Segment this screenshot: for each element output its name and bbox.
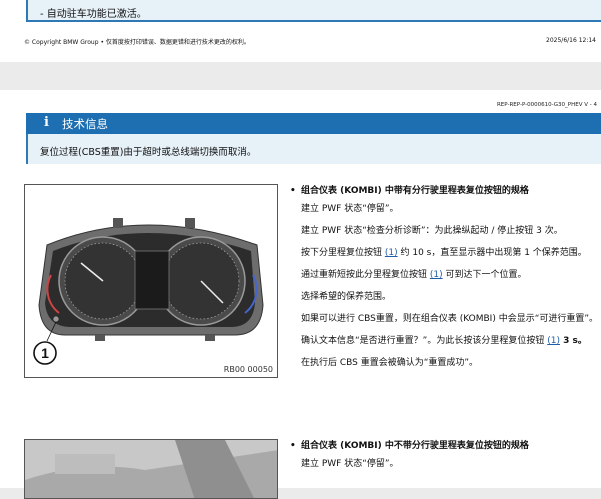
info-text: 复位过程(CBS重置)由于超时或总线端切换而取消。 <box>40 147 257 158</box>
step-text-part: 按下分里程复位按钮 <box>301 248 385 258</box>
step-text: 确认文本信息“是否进行重置？”。为此长按该分里程复位按钮 (1) 3 s。 <box>301 335 601 347</box>
figure-link[interactable]: (1) <box>385 248 398 258</box>
instrument-cluster-drawing: 1 <box>33 218 264 365</box>
section-kombi-without-reset: • 组合仪表 (KOMBI) 中不带分行驶里程表复位按钮的规格 建立 PWF 状… <box>290 440 601 470</box>
step-text: 建立 PWF 状态“检查分析诊断”：为此操纵起动 / 停止按钮 3 次。 <box>301 226 563 236</box>
step-text-part: 可到达下一个位置。 <box>442 270 527 280</box>
second-figure <box>24 439 278 499</box>
step-text-part: 3 s。 <box>559 336 587 346</box>
step-text-part: 约 10 s，直至显示器中出现第 1 个保养范围。 <box>397 248 587 258</box>
section-heading: 组合仪表 (KOMBI) 中不带分行驶里程表复位按钮的规格 <box>301 441 529 451</box>
document-reference: REP-REP-P-0000610-G30_PHEV V - 4 <box>496 102 597 108</box>
step-text: 在执行后 CBS 重置会被确认为“重置成功”。 <box>301 358 479 368</box>
info-header: i 技术信息 <box>26 113 601 134</box>
step-text: 通过重新短按此分里程复位按钮 (1) 可到达下一个位置。 <box>301 269 601 281</box>
print-timestamp: 2025/6/16 12:14 <box>546 37 596 44</box>
step-text: 建立 PWF 状态“停留”。 <box>301 459 399 469</box>
info-body: 复位过程(CBS重置)由于超时或总线端切换而取消。 <box>26 134 601 164</box>
step-text-part: 确认文本信息“是否进行重置？”。为此长按该分里程复位按钮 <box>301 336 548 346</box>
current-page: REP-REP-P-0000610-G30_PHEV V - 4 i 技术信息 … <box>0 90 601 499</box>
step-text-part: 通过重新短按此分里程复位按钮 <box>301 270 430 280</box>
section-kombi-with-reset: • 组合仪表 (KOMBI) 中带有分行驶里程表复位按钮的规格 建立 PWF 状… <box>290 185 601 369</box>
info-icon: i <box>44 115 49 130</box>
callout-number: 1 <box>41 345 49 361</box>
second-figure-drawing <box>25 440 277 498</box>
step-text: 建立 PWF 状态“停留”。 <box>301 204 399 214</box>
section-heading: 组合仪表 (KOMBI) 中带有分行驶里程表复位按钮的规格 <box>301 186 529 196</box>
bullet-icon: • <box>290 441 296 451</box>
notice-text: - 自动驻车功能已激活。 <box>40 9 147 20</box>
bullet-icon: • <box>290 186 296 196</box>
step-text: 选择希望的保养范围。 <box>301 292 392 302</box>
copyright-footer: © Copyright BMW Group • 仅首度按打印错误、数据更错和进行… <box>24 39 250 46</box>
instrument-cluster-figure: 1 RB00 00050 <box>24 184 278 378</box>
page-gap <box>0 62 601 90</box>
step-text: 如果可以进行 CBS重置，则在组合仪表 (KOMBI) 中会显示“可进行重置”。 <box>301 314 599 324</box>
previous-page: - 自动驻车功能已激活。 © Copyright BMW Group • 仅首度… <box>0 0 601 62</box>
step-text: 按下分里程复位按钮 (1) 约 10 s，直至显示器中出现第 1 个保养范围。 <box>301 247 601 259</box>
figure-link[interactable]: (1) <box>547 336 560 346</box>
figure-label: RB00 00050 <box>223 365 273 374</box>
notice-box: - 自动驻车功能已激活。 <box>26 0 601 22</box>
figure-link[interactable]: (1) <box>430 270 443 280</box>
info-title: 技术信息 <box>62 117 108 131</box>
